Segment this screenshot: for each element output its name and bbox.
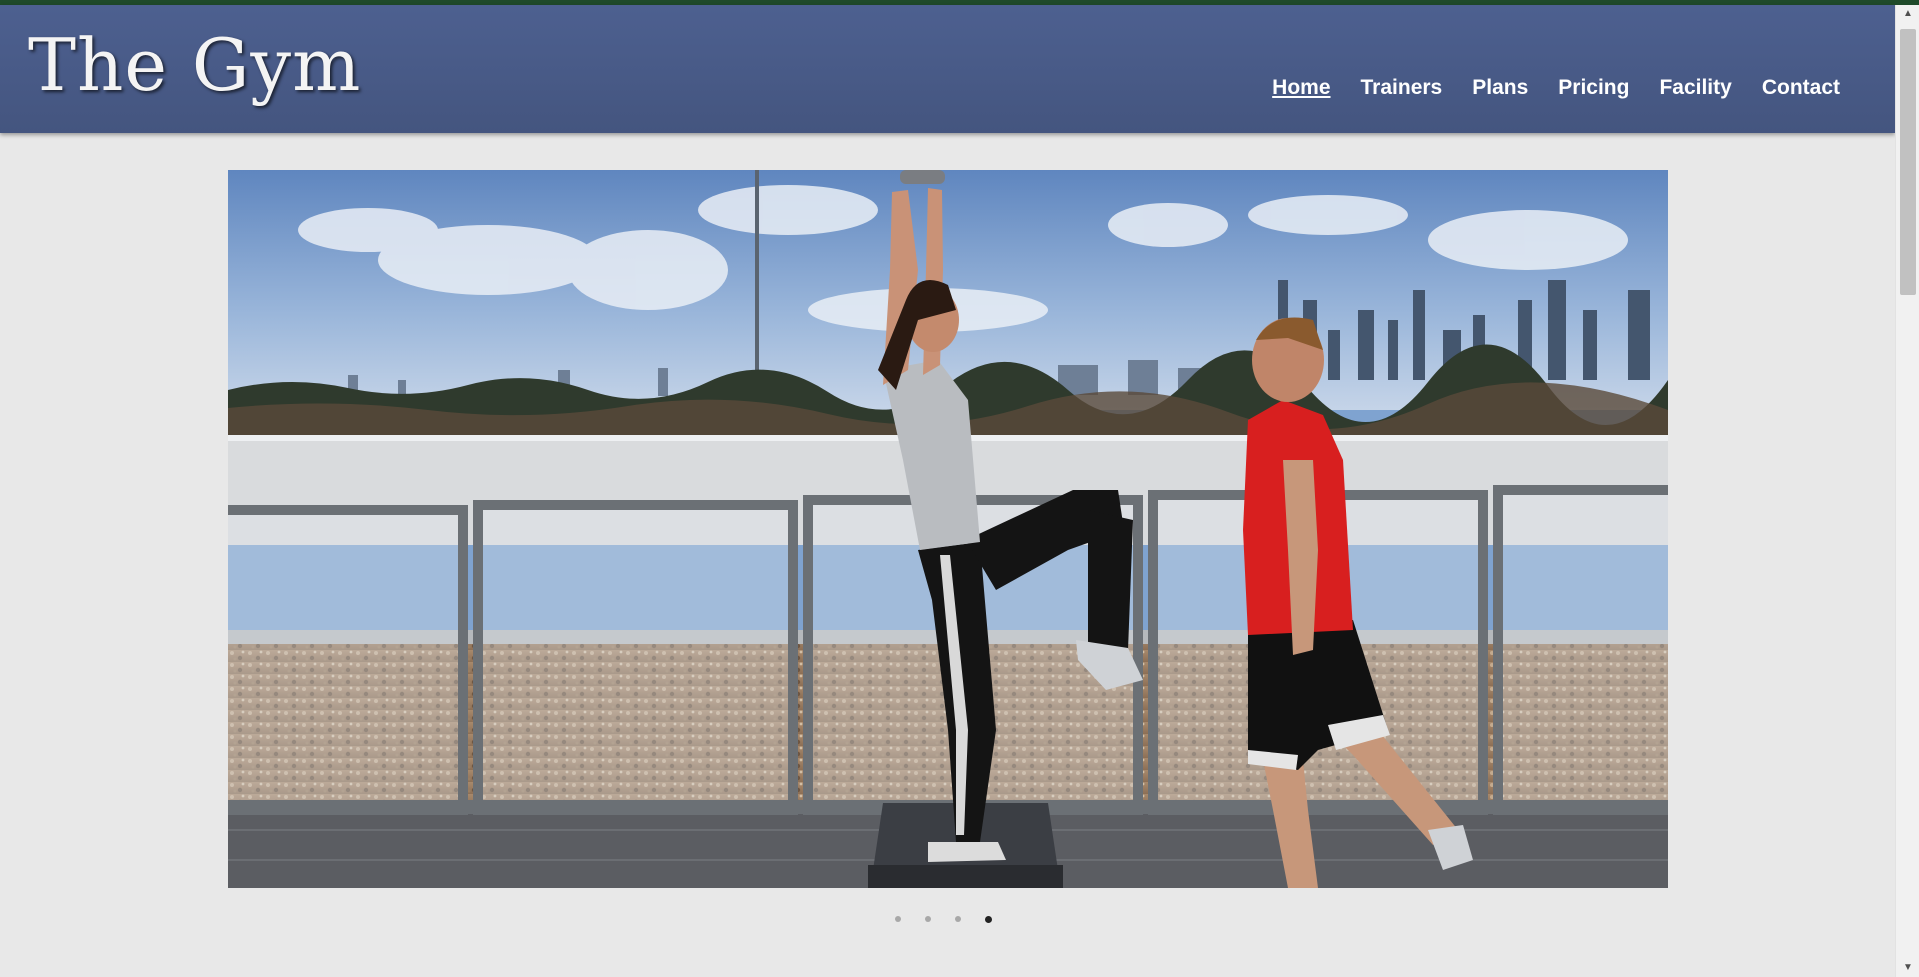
- hero-slide-image[interactable]: [228, 170, 1668, 888]
- nav-plans[interactable]: Plans: [1457, 76, 1543, 100]
- nav-facility[interactable]: Facility: [1644, 76, 1746, 100]
- nav-pricing[interactable]: Pricing: [1543, 76, 1644, 100]
- nav-contact[interactable]: Contact: [1747, 76, 1855, 100]
- scroll-up-arrow-icon[interactable]: ▲: [1896, 5, 1919, 23]
- site-header: The Gym Home Trainers Plans Pricing Faci…: [0, 5, 1895, 133]
- scroll-down-arrow-icon[interactable]: ▼: [1896, 959, 1919, 977]
- slide-dot-2[interactable]: [925, 916, 931, 922]
- page-scrollbar[interactable]: ▲ ▼: [1895, 5, 1919, 977]
- slide-dot-3[interactable]: [955, 916, 961, 922]
- slide-dot-4[interactable]: [985, 915, 992, 923]
- scrollbar-thumb[interactable]: [1900, 29, 1916, 295]
- nav-trainers[interactable]: Trainers: [1346, 76, 1458, 100]
- site-logo[interactable]: The Gym: [28, 29, 361, 101]
- slide-dot-1[interactable]: [895, 916, 901, 922]
- slider-pagination: [895, 913, 1015, 925]
- nav-home[interactable]: Home: [1257, 76, 1345, 100]
- main-nav: Home Trainers Plans Pricing Facility Con…: [1257, 76, 1855, 100]
